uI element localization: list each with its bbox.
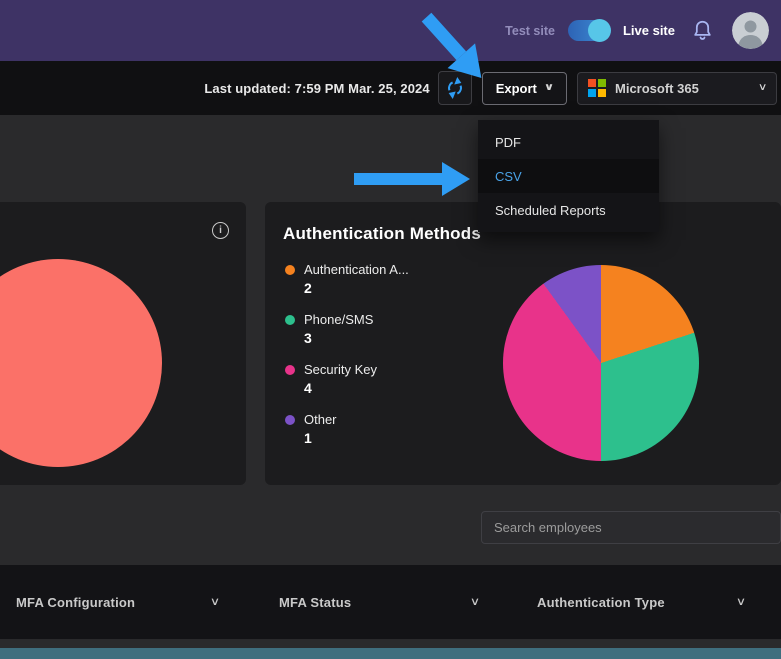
legend-item: Other 1 — [285, 412, 409, 446]
legend-label: Other — [304, 412, 337, 427]
legend-dot — [285, 415, 295, 425]
menu-item-csv[interactable]: CSV — [478, 159, 659, 193]
tenant-select-label: Microsoft 365 — [615, 81, 750, 96]
search-input[interactable] — [481, 511, 781, 544]
export-button-label: Export — [496, 81, 537, 96]
column-label: MFA Configuration — [16, 595, 135, 610]
left-pie-chart — [0, 259, 162, 467]
legend-dot — [285, 315, 295, 325]
refresh-button[interactable] — [438, 71, 472, 105]
top-navigation-bar: Test site Live site — [0, 0, 781, 61]
test-site-label: Test site — [505, 24, 555, 38]
chevron-down-icon: ∨ — [544, 83, 555, 93]
legend-dot — [285, 365, 295, 375]
authentication-methods-pie-chart — [503, 265, 699, 461]
live-site-label: Live site — [623, 23, 675, 38]
legend-value: 3 — [304, 330, 409, 346]
column-label: MFA Status — [279, 595, 351, 610]
authentication-methods-card: Authentication Methods Authentication A.… — [265, 202, 781, 485]
legend-label: Phone/SMS — [304, 312, 373, 327]
toggle-knob — [588, 19, 611, 42]
legend-item: Authentication A... 2 — [285, 262, 409, 296]
info-icon[interactable]: i — [212, 222, 229, 239]
notifications-bell-icon[interactable] — [692, 19, 713, 42]
site-mode-toggle[interactable] — [568, 20, 610, 41]
menu-item-scheduled-reports[interactable]: Scheduled Reports — [478, 193, 659, 227]
export-button[interactable]: Export ∨ — [482, 72, 567, 105]
report-toolbar: Last updated: 7:59 PM Mar. 25, 2024 Expo… — [0, 61, 781, 115]
legend-label: Authentication A... — [304, 262, 409, 277]
info-icon-glyph: i — [219, 225, 222, 236]
column-filter-authentication-type[interactable]: Authentication Type ∨ — [537, 565, 745, 639]
legend-item: Security Key 4 — [285, 362, 409, 396]
user-avatar[interactable] — [732, 12, 769, 49]
legend-value: 4 — [304, 380, 409, 396]
chevron-down-icon: ∨ — [736, 597, 746, 608]
column-filter-mfa-configuration[interactable]: MFA Configuration ∨ — [16, 565, 219, 639]
export-menu: PDF CSV Scheduled Reports — [478, 120, 659, 232]
left-chart-card: i — [0, 202, 246, 485]
chevron-down-icon: ∨ — [210, 597, 220, 608]
annotation-arrow-to-csv-item — [352, 160, 472, 198]
card-title: Authentication Methods — [283, 224, 481, 244]
column-label: Authentication Type — [537, 595, 665, 610]
microsoft-logo-icon — [588, 79, 606, 97]
dashboard-screen: Test site Live site Last updated: 7:59 P… — [0, 0, 781, 659]
last-updated-label: Last updated: 7:59 PM Mar. 25, 2024 — [204, 81, 429, 96]
chevron-down-icon: ∨ — [470, 597, 480, 608]
menu-item-pdf[interactable]: PDF — [478, 125, 659, 159]
refresh-icon — [446, 79, 464, 97]
chevron-down-icon: ∨ — [758, 83, 768, 93]
legend-value: 2 — [304, 280, 409, 296]
bottom-accent-bar — [0, 648, 781, 659]
legend-value: 1 — [304, 430, 409, 446]
legend-dot — [285, 265, 295, 275]
tenant-select[interactable]: Microsoft 365 ∨ — [577, 72, 777, 105]
column-filter-mfa-status[interactable]: MFA Status ∨ — [279, 565, 479, 639]
legend-item: Phone/SMS 3 — [285, 312, 409, 346]
chart-legend: Authentication A... 2 Phone/SMS 3 Securi… — [285, 262, 409, 462]
table-header: MFA Configuration ∨ MFA Status ∨ Authent… — [0, 565, 781, 639]
legend-label: Security Key — [304, 362, 377, 377]
